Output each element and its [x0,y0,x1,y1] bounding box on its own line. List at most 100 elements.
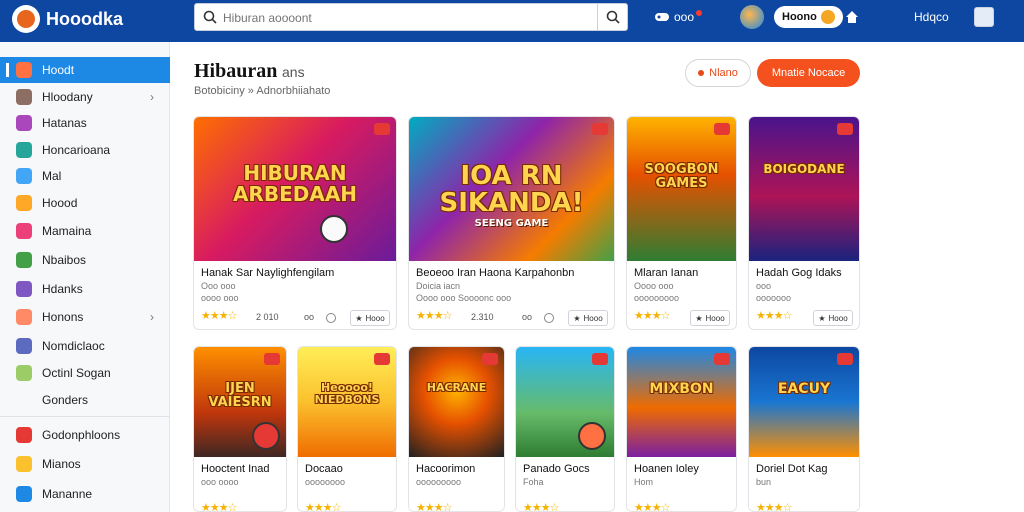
sidebar-item[interactable]: Gonders [0,387,170,413]
game-meta: ooo oooo [201,477,239,487]
sidebar-item[interactable]: Hoood [0,190,170,216]
play-button[interactable]: ★ Hooo [350,310,390,326]
game-title[interactable]: Mlaran Ianan [634,267,731,279]
sidebar-item-label: Mananne [42,487,93,501]
ball-graphic [578,421,606,450]
play-button[interactable]: ★ Hooo [568,310,608,326]
home-icon[interactable] [844,5,862,29]
game-card[interactable]: BOIGODANE Hadah Gog Idaks ooo ooooooo ★★★☆ ★ H… [748,116,860,330]
game-card[interactable]: IJEN VAIESRN Hooctent Inad ooo oooo ★★★☆ [193,346,287,512]
game-meta: Hom [634,477,654,487]
game-meta-secondary: oooo ooo [201,293,239,303]
sidebar-item-label: Nomdiclaoc [42,339,105,353]
hot-badge [837,353,853,365]
sidebar-item-icon [16,89,32,105]
globe-icon[interactable] [740,5,764,29]
game-thumbnail[interactable]: Heoooo! NIEDBONS [298,347,396,457]
sidebar-item-icon [16,62,32,78]
sidebar-item[interactable]: Hloodany › [0,84,170,110]
sidebar-item[interactable]: Nbaibos [0,247,170,273]
play-button-label: Hooo [828,313,848,323]
user-menu[interactable]: Hdqco [914,5,949,29]
game-title[interactable]: Panado Gocs [523,463,609,475]
game-card[interactable]: HIBURAN ARBEDAAH Hanak Sar Naylighfengila… [193,116,397,330]
game-meta: ooooooooo [416,477,462,487]
play-button-label: Hooo [365,313,385,323]
coins-balance[interactable]: Hoono [774,6,843,28]
star-icon: ★ [695,313,703,323]
game-title[interactable]: Hacoorimon [416,463,499,475]
game-card[interactable]: SOOGBON GAMES Mlaran Ianan Oooo ooo ooooooo… [626,116,737,330]
sidebar-item[interactable]: Godonphloons [0,422,170,448]
play-button[interactable]: ★ Hooo [813,310,853,326]
coins-label: Hoono [782,11,817,23]
game-thumbnail[interactable]: MIXBON [627,347,736,457]
sidebar-item-icon [16,338,32,354]
star-rating-icon: ★★★☆ [523,502,559,512]
sidebar-item-label: Nbaibos [42,253,87,267]
notifications[interactable]: ooo [654,5,703,29]
sidebar-item[interactable]: Honons › [0,304,170,330]
game-thumbnail-title: IOA RN SIKANDA! [439,161,584,219]
game-card[interactable]: Heoooo! NIEDBONS Docaao oooooooo ★★★☆ [297,346,397,512]
game-title[interactable]: Beoeoo Iran Haona Karpahonbn [416,267,609,279]
search-button[interactable] [597,4,627,30]
game-thumbnail[interactable]: HACRANE [409,347,504,457]
primary-action-button[interactable]: Mnatie Nocace [757,59,860,87]
game-thumbnail[interactable]: EACUY [749,347,859,457]
sidebar-item[interactable]: Hatanas [0,110,170,136]
game-thumbnail[interactable]: BOIGODANE [749,117,859,261]
filter-button[interactable]: Nlano [685,59,751,87]
coin-icon [820,10,835,24]
sidebar-item[interactable]: Hoodt [0,57,170,83]
star-icon: ★ [355,313,363,323]
sidebar-item[interactable]: Octinl Sogan [0,360,170,386]
game-thumbnail[interactable]: IOA RN SIKANDA! SEENG GAME [409,117,614,261]
play-button[interactable]: ★ Hooo [690,310,730,326]
notifications-label: ooo [674,10,695,24]
sidebar-item[interactable]: Mamaina [0,218,170,244]
sidebar-item[interactable]: Mal [0,163,170,189]
game-meta: oooooooo [305,477,346,487]
sidebar-item-icon [16,281,32,297]
game-card[interactable]: Panado Gocs Foha ★★★☆ [515,346,615,512]
game-title[interactable]: Hanak Sar Naylighfengilam [201,267,391,279]
ball-graphic [252,421,281,450]
dot-icon [698,70,705,76]
search-input[interactable] [223,8,583,28]
game-title[interactable]: Hooctent Inad [201,463,281,475]
game-card[interactable]: HACRANE Hacoorimon ooooooooo ★★★☆ [408,346,505,512]
app-logo[interactable]: Hooodka [12,5,123,33]
share-icon[interactable] [326,313,336,323]
game-card[interactable]: EACUY Doriel Dot Kag bun ★★★☆ [748,346,860,512]
game-meta-secondary: Oooo ooo Soooonc ooo [416,293,512,303]
play-button-label: Hooo [705,313,725,323]
game-thumbnail[interactable]: IJEN VAIESRN [194,347,286,457]
game-thumbnail[interactable]: HIBURAN ARBEDAAH [194,117,396,261]
sidebar-item[interactable]: Mananne [0,481,170,507]
game-thumbnail-title: EACUY [777,381,831,398]
game-title[interactable]: Hadah Gog Idaks [756,267,854,279]
game-thumbnail[interactable] [516,347,614,457]
game-title[interactable]: Hoanen Ioley [634,463,731,475]
game-title[interactable]: Doriel Dot Kag [756,463,854,475]
sidebar-item[interactable]: Honcarioana [0,137,170,163]
page-title: Hibauran [194,60,278,82]
game-thumbnail-title: BOIGODANE [763,162,845,177]
star-rating-icon: ★★★☆ [634,502,670,512]
game-card[interactable]: MIXBON Hoanen Ioley Hom ★★★☆ [626,346,737,512]
game-card[interactable]: IOA RN SIKANDA! SEENG GAME Beoeoo Iran Hao… [408,116,615,330]
share-icon[interactable] [544,313,554,323]
sidebar-item[interactable]: Nomdiclaoc [0,333,170,359]
sidebar-item[interactable]: Mianos [0,451,170,477]
play-button-label: Hooo [583,313,603,323]
breadcrumb[interactable]: Botobiciny » Adnorbhiiahato [194,85,330,97]
sidebar-item[interactable]: Hdanks [0,276,170,302]
game-thumbnail[interactable]: SOOGBON GAMES [627,117,736,261]
avatar[interactable] [974,7,994,27]
sidebar-item-label: Hoodt [42,63,75,77]
search-submit-icon [606,10,620,24]
sidebar-item-label: Mianos [42,457,81,471]
game-title[interactable]: Docaao [305,463,391,475]
sidebar-item-icon [16,115,32,131]
